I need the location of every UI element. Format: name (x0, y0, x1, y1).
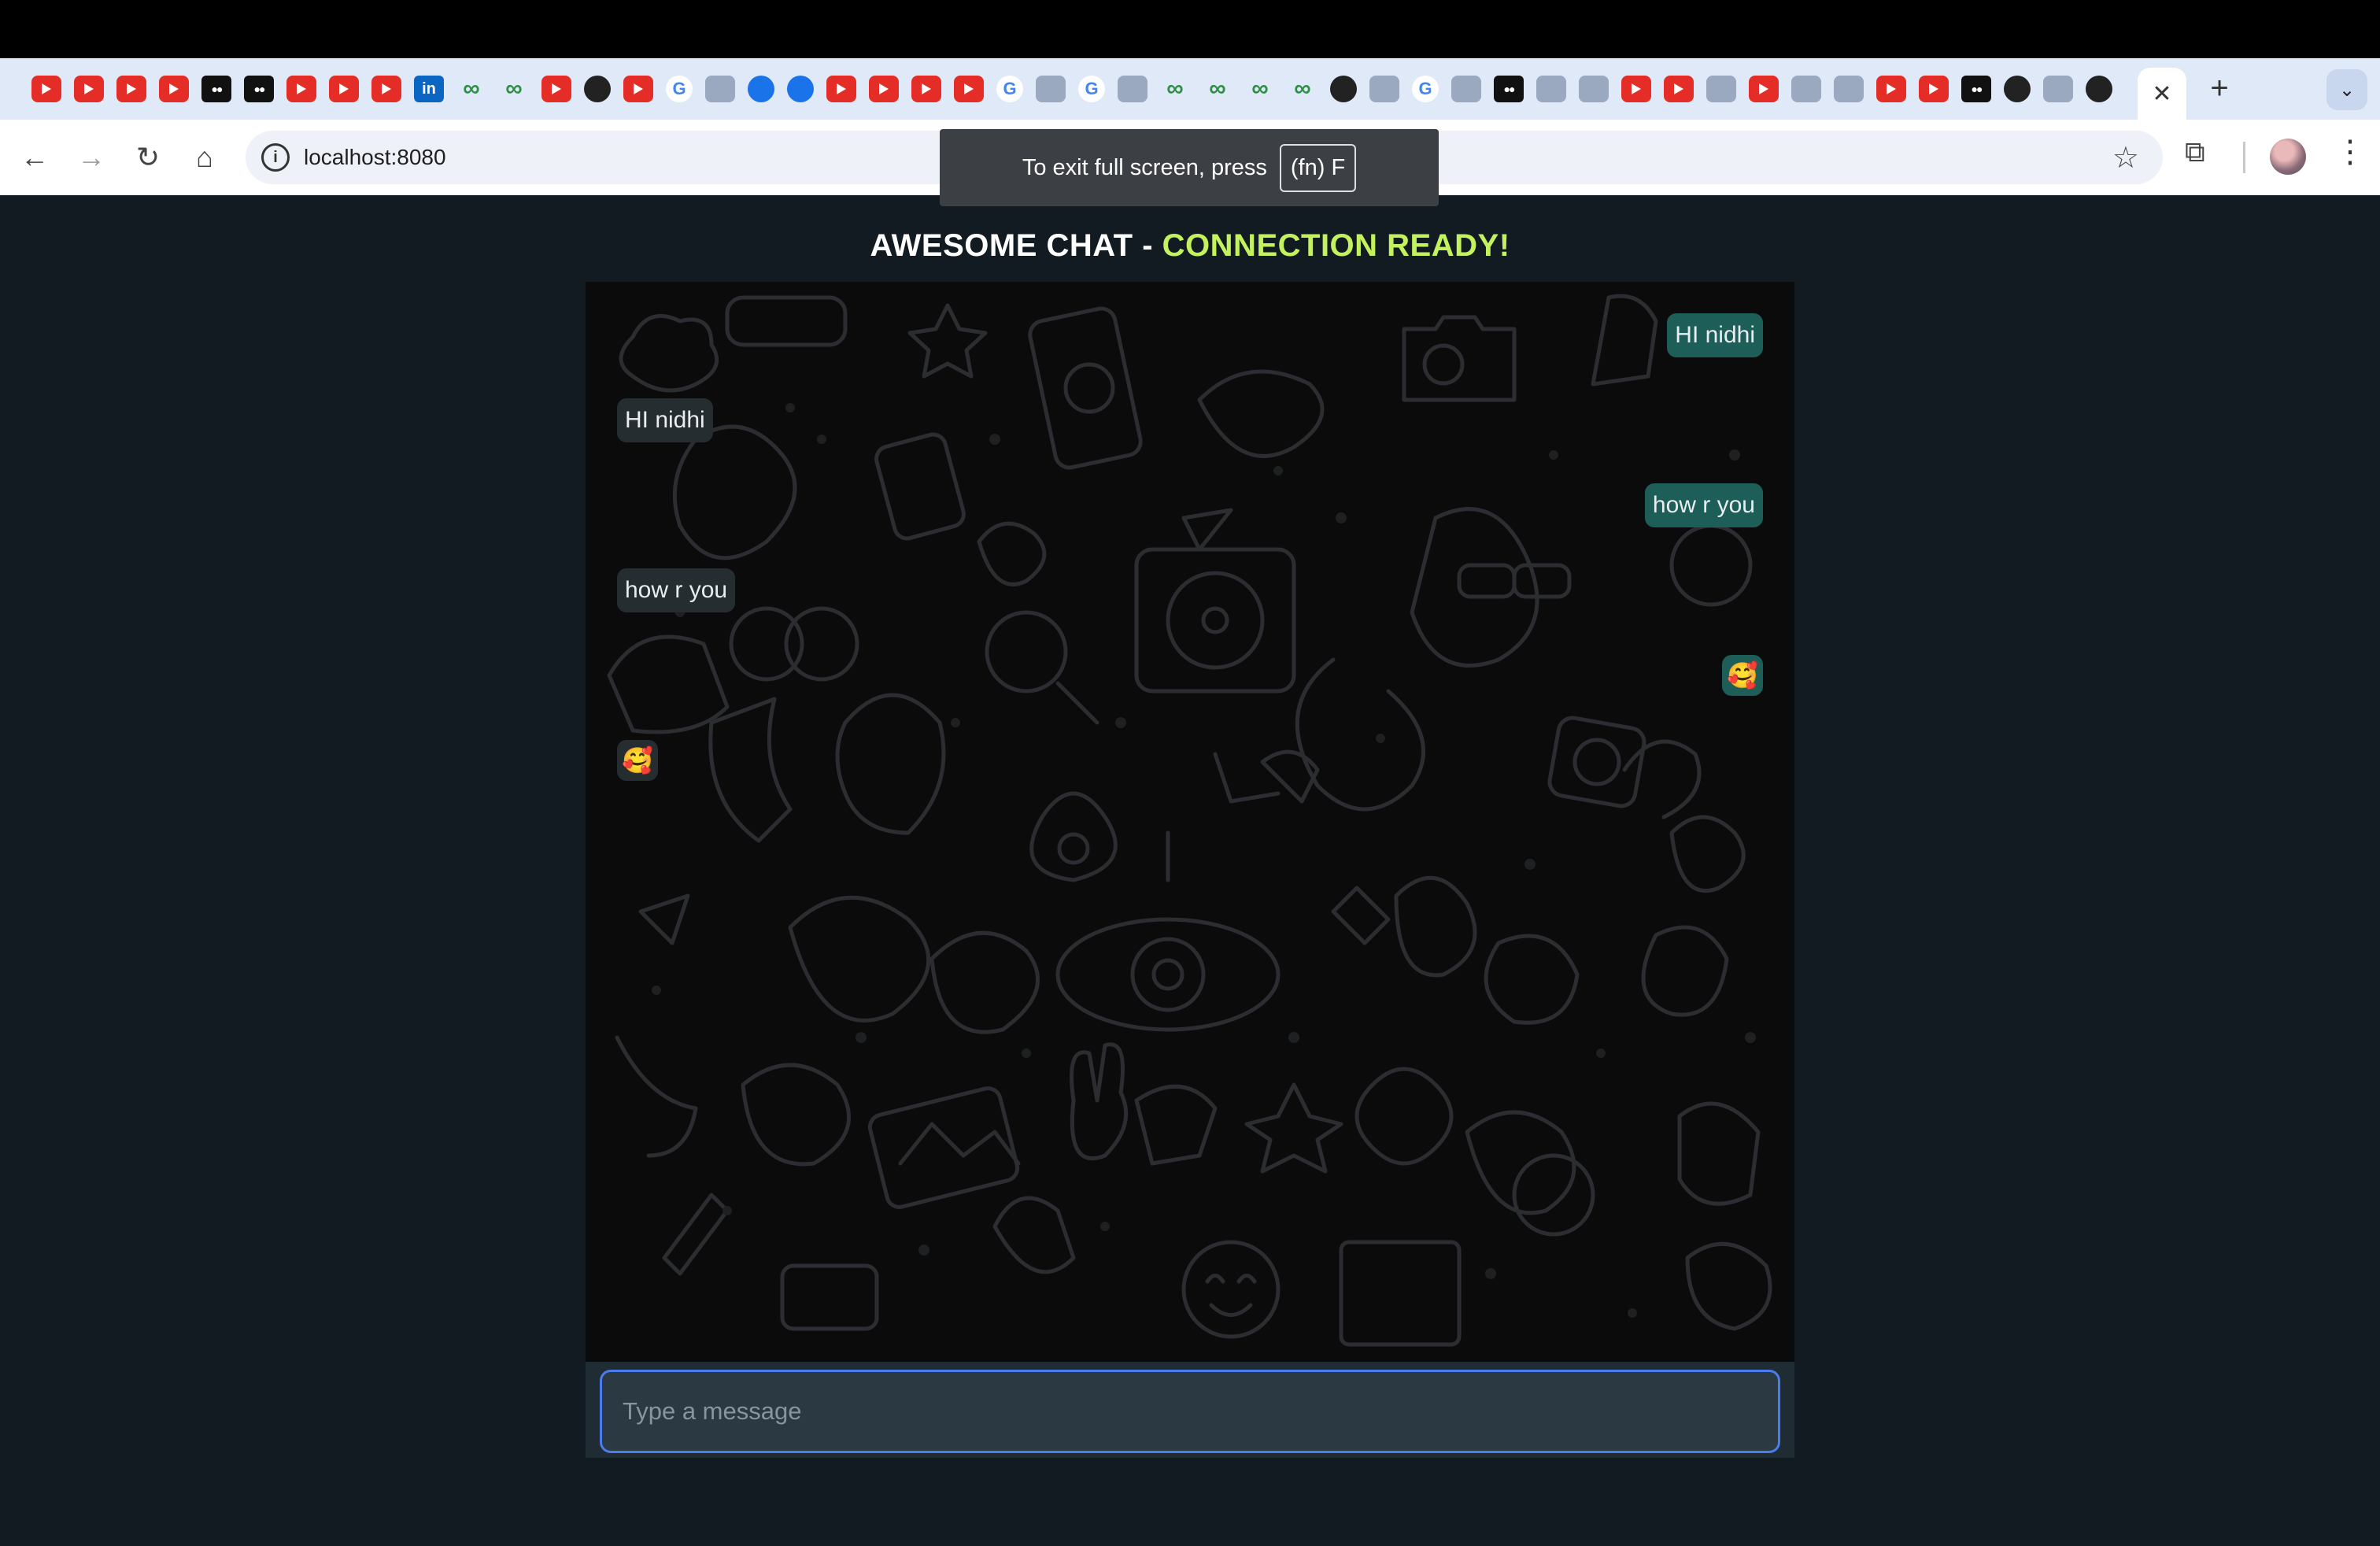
edge-favicon-icon[interactable] (1369, 76, 1399, 102)
youtube-favicon-icon[interactable] (954, 76, 984, 102)
youtube-favicon-icon[interactable] (1749, 76, 1779, 102)
message-composer (586, 1362, 1794, 1458)
youtube-favicon-icon[interactable] (826, 76, 856, 102)
fullscreen-notice-text: To exit full screen, press (1022, 154, 1267, 180)
youtube-favicon-icon[interactable] (911, 76, 941, 102)
vue-favicon-icon[interactable] (1834, 76, 1864, 102)
geeksforgeeks-favicon-icon[interactable] (1245, 76, 1275, 102)
chromium-favicon-icon[interactable] (1036, 76, 1066, 102)
generic-favicon-icon[interactable] (1579, 76, 1609, 102)
youtube-favicon-icon[interactable] (1919, 76, 1949, 102)
home-icon[interactable]: ⌂ (186, 139, 224, 176)
github-favicon-icon[interactable] (2086, 76, 2112, 102)
youtube-favicon-icon[interactable] (329, 76, 359, 102)
gear-favicon-icon[interactable] (2043, 76, 2073, 102)
youtube-favicon-icon[interactable] (541, 76, 571, 102)
github-favicon-icon[interactable] (584, 76, 611, 102)
geeksforgeeks-favicon-icon[interactable] (1203, 76, 1232, 102)
extensions-icon[interactable]: ⧉ (2185, 135, 2205, 169)
opera-favicon-icon[interactable] (1706, 76, 1736, 102)
fullscreen-exit-notice: To exit full screen, press (fn) F (940, 129, 1439, 206)
graphql-favicon-icon[interactable] (1451, 76, 1481, 102)
blue-circle-favicon-icon[interactable] (748, 76, 774, 102)
profile-avatar[interactable] (2270, 139, 2306, 175)
message-bubble-received: HI nidhi (617, 398, 713, 442)
tab-search-button[interactable]: ⌄ (2326, 69, 2367, 110)
medium-favicon-icon[interactable] (244, 76, 274, 102)
youtube-favicon-icon[interactable] (286, 76, 316, 102)
screen-top-bar (0, 0, 2380, 58)
generic-favicon-icon[interactable] (1536, 76, 1566, 102)
browser-menu-icon[interactable]: ⋮ (2334, 134, 2366, 170)
geeksforgeeks-favicon-icon[interactable] (1160, 76, 1190, 102)
google-favicon-icon[interactable] (666, 76, 693, 102)
youtube-favicon-icon[interactable] (74, 76, 104, 102)
youtube-favicon-icon[interactable] (31, 76, 61, 102)
reload-icon[interactable]: ↻ (129, 139, 167, 176)
message-bubble-received: how r you (617, 568, 736, 612)
google-favicon-icon[interactable] (996, 76, 1023, 102)
active-tab-close-button[interactable]: ✕ (2138, 68, 2186, 120)
geeksforgeeks-favicon-icon[interactable] (456, 76, 486, 102)
doodle-background (607, 294, 1772, 1347)
page-title: AWESOME CHAT - CONNECTION READY! (0, 228, 2380, 264)
message-input[interactable] (600, 1370, 1780, 1453)
emoji-message-received: 🥰 (617, 740, 658, 781)
youtube-favicon-icon[interactable] (1621, 76, 1651, 102)
github-favicon-icon[interactable] (2004, 76, 2031, 102)
medium-favicon-icon[interactable] (1494, 76, 1524, 102)
youtube-favicon-icon[interactable] (371, 76, 401, 102)
chat-messages-panel[interactable]: HI nidhi HI nidhi how r you how r you 🥰 … (586, 282, 1794, 1362)
tab-favicon-list (31, 74, 2125, 104)
youtube-favicon-icon[interactable] (116, 76, 146, 102)
back-arrow-icon[interactable]: ← (16, 139, 54, 176)
wikipedia-favicon-icon[interactable] (705, 76, 735, 102)
medium-favicon-icon[interactable] (201, 76, 231, 102)
typescript-favicon-icon[interactable] (787, 76, 814, 102)
connection-status: CONNECTION READY! (1162, 228, 1510, 263)
linkedin-favicon-icon[interactable] (414, 76, 444, 102)
medium-favicon-icon[interactable] (1961, 76, 1991, 102)
app-title-text: AWESOME CHAT - (870, 228, 1162, 263)
toolbar-divider (2243, 142, 2245, 173)
forward-arrow-icon[interactable]: → (72, 139, 110, 176)
youtube-favicon-icon[interactable] (1876, 76, 1906, 102)
new-tab-button[interactable]: + (2202, 71, 2237, 105)
fullscreen-key-hint: (fn) F (1279, 143, 1357, 192)
message-bubble-sent: how r you (1644, 483, 1763, 527)
youtube-favicon-icon[interactable] (869, 76, 899, 102)
arrow-favicon-icon[interactable] (1791, 76, 1821, 102)
url-text[interactable]: localhost:8080 (304, 145, 446, 170)
emoji-message-sent: 🥰 (1722, 655, 1763, 696)
browser-tab-strip: ✕ + ⌄ (0, 58, 2380, 120)
message-bubble-sent: HI nidhi (1667, 313, 1763, 357)
bookmark-star-icon[interactable]: ☆ (2112, 140, 2139, 176)
geeksforgeeks-favicon-icon[interactable] (499, 76, 529, 102)
stackoverflow-favicon-icon[interactable] (1118, 76, 1148, 102)
github-favicon-icon[interactable] (1330, 76, 1357, 102)
geeksforgeeks-favicon-icon[interactable] (1288, 76, 1318, 102)
google-favicon-icon[interactable] (1412, 76, 1439, 102)
youtube-favicon-icon[interactable] (159, 76, 189, 102)
site-info-icon[interactable]: i (261, 143, 290, 172)
google-favicon-icon[interactable] (1078, 76, 1105, 102)
youtube-favicon-icon[interactable] (623, 76, 653, 102)
youtube-favicon-icon[interactable] (1664, 76, 1694, 102)
